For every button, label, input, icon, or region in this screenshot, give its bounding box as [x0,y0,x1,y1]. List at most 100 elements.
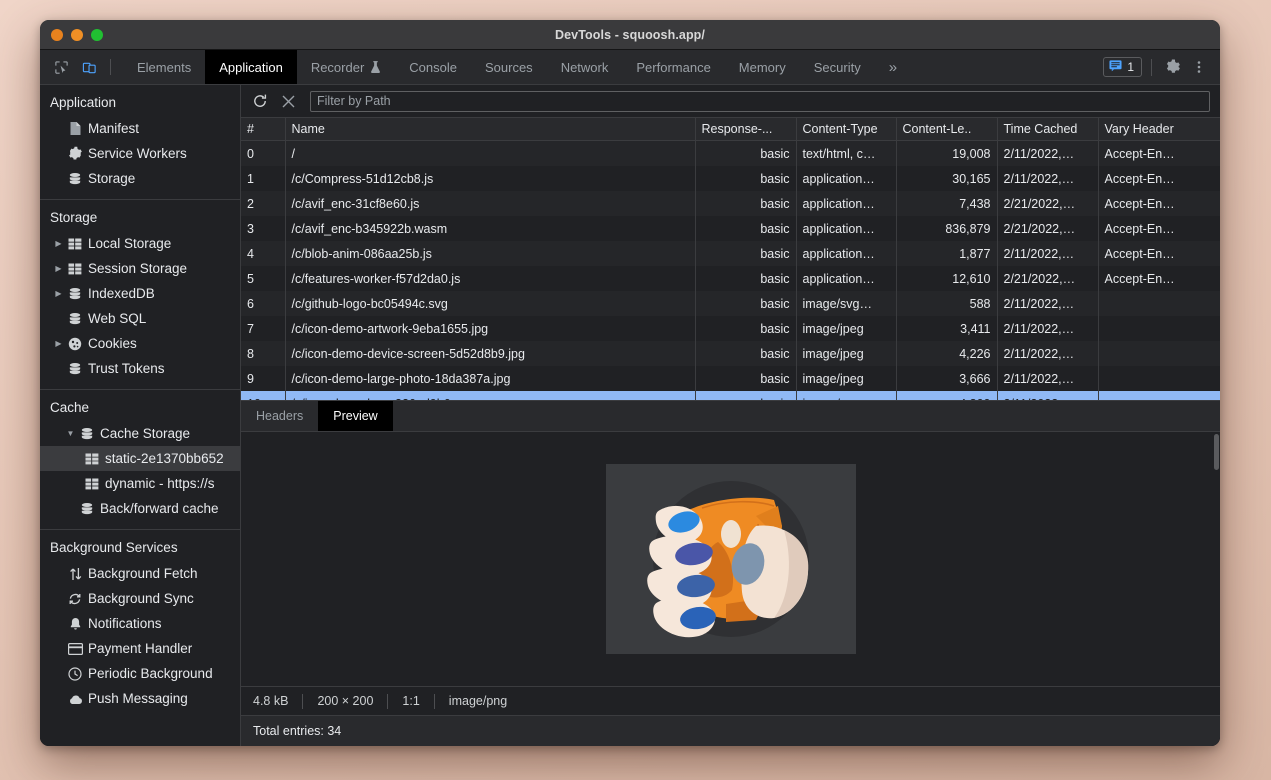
col-response-type[interactable]: Response-... [695,118,796,141]
tab-headers[interactable]: Headers [241,401,318,431]
detail-tab-label: Headers [256,409,303,423]
maximize-window-button[interactable] [91,29,103,41]
table-row[interactable]: 1 /c/Compress-51d12cb8.js basic applicat… [241,166,1220,191]
sidebar-item-payment-handler[interactable]: ▶ Payment Handler [40,636,240,661]
preview-scrollbar[interactable] [1213,432,1220,686]
device-toolbar-icon[interactable] [76,54,102,80]
sidebar-item-cookies[interactable]: ▶ Cookies [40,331,240,356]
table-row[interactable]: 4 /c/blob-anim-086aa25b.js basic applica… [241,241,1220,266]
table-row[interactable]: 0 / basic text/html, c… 19,008 2/11/2022… [241,141,1220,167]
sidebar-item-background-sync[interactable]: ▶ Background Sync [40,586,240,611]
disclosure-arrow-collapsed-icon[interactable]: ▶ [52,264,65,273]
cell-vary-header [1098,341,1220,366]
cell-index: 7 [241,316,285,341]
kebab-menu-icon[interactable] [1187,55,1211,79]
sidebar-item-notifications[interactable]: ▶ Notifications [40,611,240,636]
table-row-selected[interactable]: 10 /c/icon-demo-logo-326ed9b6.png basic … [241,391,1220,400]
sidebar-item-dynamic-cache[interactable]: dynamic - https://s [40,471,240,496]
sidebar-item-session-storage[interactable]: ▶ Session Storage [40,256,240,281]
cache-table: # Name Response-... Content-Type Content… [241,118,1220,400]
cell-index: 2 [241,191,285,216]
sidebar-item-label: Trust Tokens [88,361,165,376]
tab-performance[interactable]: Performance [622,50,724,84]
table-row[interactable]: 3 /c/avif_enc-b345922b.wasm basic applic… [241,216,1220,241]
disclosure-arrow-expanded-icon[interactable]: ▼ [64,429,77,438]
col-vary-header[interactable]: Vary Header [1098,118,1220,141]
filter-input[interactable] [310,91,1210,112]
sidebar-item-trust-tokens[interactable]: ▶ Trust Tokens [40,356,240,381]
table-row[interactable]: 5 /c/features-worker-f57d2da0.js basic a… [241,266,1220,291]
tab-sources[interactable]: Sources [471,50,547,84]
sidebar-item-manifest[interactable]: ▶ Manifest [40,116,240,141]
col-name[interactable]: Name [285,118,695,141]
tab-label: Network [561,60,609,75]
sidebar-group-title: Application [40,92,240,116]
sidebar-item-service-workers[interactable]: ▶ Service Workers [40,141,240,166]
desktop-background: DevTools - squoosh.app/ [0,0,1271,780]
tabbar-divider [110,59,111,75]
cell-time-cached: 2/11/2022,… [997,341,1098,366]
cell-response-type: basic [695,241,796,266]
col-content-length[interactable]: Content-Le.. [896,118,997,141]
sidebar-item-back-forward-cache[interactable]: ▶ Back/forward cache [40,496,240,521]
sidebar-group-storage: Storage ▶ Local Storage ▶ Session Storag… [40,200,240,390]
cell-name: /c/icon-demo-artwork-9eba1655.jpg [285,316,695,341]
sidebar-item-static-cache[interactable]: static-2e1370bb652 [40,446,240,471]
clear-x-icon[interactable] [275,89,301,113]
tab-application[interactable]: Application [205,50,297,84]
table-header-row: # Name Response-... Content-Type Content… [241,118,1220,141]
sidebar-item-background-fetch[interactable]: ▶ Background Fetch [40,561,240,586]
disclosure-arrow-collapsed-icon[interactable]: ▶ [52,339,65,348]
more-tabs-chevron-icon[interactable]: » [875,50,911,84]
sidebar-item-label: Local Storage [88,236,171,251]
tab-recorder[interactable]: Recorder [297,50,395,84]
sidebar-item-periodic-background-sync[interactable]: ▶ Periodic Background [40,661,240,686]
tab-elements[interactable]: Elements [123,50,205,84]
tab-memory[interactable]: Memory [725,50,800,84]
table-row[interactable]: 2 /c/avif_enc-31cf8e60.js basic applicat… [241,191,1220,216]
gear-icon[interactable] [1161,55,1185,79]
sidebar-item-storage[interactable]: ▶ Storage [40,166,240,191]
disclosure-arrow-collapsed-icon[interactable]: ▶ [52,239,65,248]
inspect-cursor-icon[interactable] [48,54,74,80]
sidebar-item-cache-storage[interactable]: ▼ Cache Storage [40,421,240,446]
sidebar-item-label: Web SQL [88,311,146,326]
sidebar-item-local-storage[interactable]: ▶ Local Storage [40,231,240,256]
beaker-experiment-icon [370,61,381,74]
refresh-icon[interactable] [247,89,273,113]
tab-console[interactable]: Console [395,50,471,84]
table-row[interactable]: 8 /c/icon-demo-device-screen-5d52d8b9.jp… [241,341,1220,366]
minimize-window-button[interactable] [71,29,83,41]
cell-content-type: application… [796,266,896,291]
sidebar-group-title: Storage [40,207,240,231]
console-message-badge[interactable]: 1 [1103,57,1142,77]
cell-content-type: application… [796,216,896,241]
sidebar-item-label: dynamic - https://s [105,476,215,491]
cell-time-cached: 2/21/2022,… [997,191,1098,216]
sidebar-item-push-messaging[interactable]: ▶ Push Messaging [40,686,240,711]
application-sidebar[interactable]: Application ▶ Manifest ▶ Service Workers… [40,85,241,746]
table-row[interactable]: 7 /c/icon-demo-artwork-9eba1655.jpg basi… [241,316,1220,341]
disclosure-arrow-collapsed-icon[interactable]: ▶ [52,289,65,298]
cell-index: 4 [241,241,285,266]
sidebar-item-web-sql[interactable]: ▶ Web SQL [40,306,240,331]
close-window-button[interactable] [51,29,63,41]
cell-vary-header: Accept-En… [1098,141,1220,167]
sidebar-item-label: Background Fetch [88,566,198,581]
col-index[interactable]: # [241,118,285,141]
tab-preview[interactable]: Preview [318,401,392,431]
cache-entries-table[interactable]: # Name Response-... Content-Type Content… [241,118,1220,400]
col-content-type[interactable]: Content-Type [796,118,896,141]
table-row[interactable]: 9 /c/icon-demo-large-photo-18da387a.jpg … [241,366,1220,391]
cell-content-type: text/html, c… [796,141,896,167]
table-row[interactable]: 6 /c/github-logo-bc05494c.svg basic imag… [241,291,1220,316]
cell-content-length: 4,800 [896,391,997,400]
tab-security[interactable]: Security [800,50,875,84]
cell-time-cached: 2/11/2022,… [997,291,1098,316]
sidebar-item-indexeddb[interactable]: ▶ IndexedDB [40,281,240,306]
col-time-cached[interactable]: Time Cached [997,118,1098,141]
database-icon [65,287,85,301]
tab-network[interactable]: Network [547,50,623,84]
cell-time-cached: 2/11/2022,… [997,166,1098,191]
tab-label: Elements [137,60,191,75]
